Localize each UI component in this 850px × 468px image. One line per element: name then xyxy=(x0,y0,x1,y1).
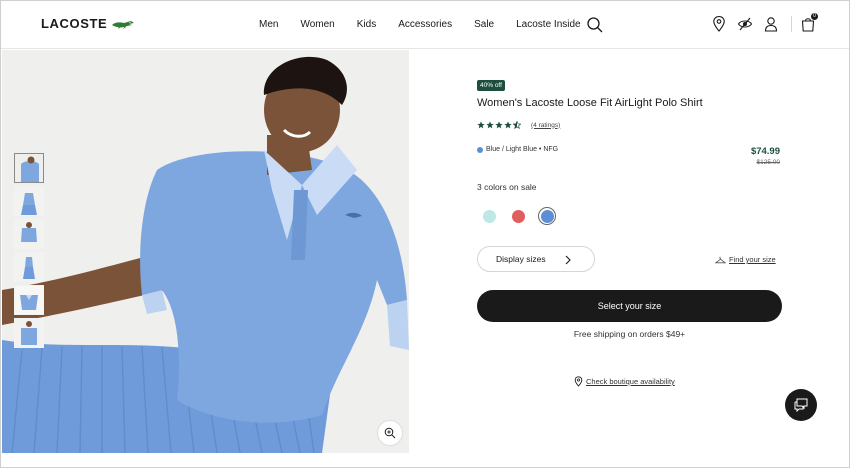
boutique-availability-label: Check boutique availability xyxy=(586,377,675,386)
star-icon xyxy=(486,121,494,129)
thumbnail-item[interactable] xyxy=(14,285,44,315)
star-icon xyxy=(504,121,512,129)
display-sizes-label: Display sizes xyxy=(496,254,546,264)
nav-item-men[interactable]: Men xyxy=(259,19,278,30)
nav-item-women[interactable]: Women xyxy=(300,19,334,30)
chevron-right-icon xyxy=(565,255,571,265)
brand-logo[interactable]: LACOSTE xyxy=(41,16,135,31)
thumbnail-item[interactable] xyxy=(14,252,44,282)
swatch-fill xyxy=(540,209,554,223)
original-price: $125.00 xyxy=(756,159,781,166)
display-sizes-button[interactable]: Display sizes xyxy=(477,246,595,272)
accessibility-icon[interactable] xyxy=(737,15,753,33)
nav-item-sale[interactable]: Sale xyxy=(474,19,494,30)
nav-item-accessories[interactable]: Accessories xyxy=(398,19,452,30)
crocodile-logo-icon xyxy=(112,20,135,29)
selected-color-name: Blue / Light Blue • NFG xyxy=(486,146,559,153)
star-icon xyxy=(477,121,485,129)
nav-item-kids[interactable]: Kids xyxy=(357,19,376,30)
boutique-availability-link[interactable]: Check boutique availability xyxy=(574,376,675,387)
zoom-in-icon xyxy=(384,427,396,439)
location-pin-icon xyxy=(574,376,583,387)
color-swatches xyxy=(480,207,567,225)
find-your-size-link[interactable]: Find your size xyxy=(715,255,776,264)
thumbnail-item[interactable] xyxy=(14,153,44,183)
free-shipping-note: Free shipping on orders $49+ xyxy=(573,329,686,339)
header-divider xyxy=(791,16,792,32)
color-swatch[interactable] xyxy=(509,207,527,225)
cart-button[interactable]: 0 xyxy=(800,13,818,33)
header-icons: 0 xyxy=(711,13,826,33)
brand-name: LACOSTE xyxy=(41,16,108,31)
search-icon[interactable] xyxy=(586,16,604,34)
discount-badge: 40% off xyxy=(477,80,505,91)
color-swatch-selected[interactable] xyxy=(538,207,556,225)
select-size-button[interactable]: Select your size xyxy=(477,290,782,322)
half-star-icon xyxy=(513,121,521,129)
product-image-gallery[interactable] xyxy=(2,50,409,453)
color-swatch[interactable] xyxy=(480,207,498,225)
chat-icon xyxy=(794,398,808,412)
colors-on-sale-label: 3 colors on sale xyxy=(477,182,537,192)
hanger-icon xyxy=(715,256,726,263)
thumbnail-item[interactable] xyxy=(14,219,44,249)
selected-color: Blue / Light Blue • NFG xyxy=(477,146,558,153)
thumbnail-item[interactable] xyxy=(14,186,44,216)
store-locator-icon[interactable] xyxy=(711,15,727,33)
nav-item-lacoste-inside[interactable]: Lacoste Inside xyxy=(516,19,581,30)
thumbnail-list xyxy=(14,153,44,348)
product-photo xyxy=(2,50,409,453)
selected-color-dot xyxy=(477,146,483,153)
thumbnail-item[interactable] xyxy=(14,318,44,348)
sale-price: $74.99 xyxy=(750,146,780,157)
zoom-button[interactable] xyxy=(378,421,402,445)
swatch-fill xyxy=(482,209,496,223)
find-your-size-label: Find your size xyxy=(729,255,776,264)
site-header: LACOSTE Men Women Kids Accessories Sale … xyxy=(1,1,849,49)
rating-stars[interactable]: (4 ratings) xyxy=(477,121,560,129)
cart-count-badge: 0 xyxy=(811,13,818,20)
main-nav: Men Women Kids Accessories Sale Lacoste … xyxy=(259,19,603,30)
page-frame: LACOSTE Men Women Kids Accessories Sale … xyxy=(0,0,850,468)
ratings-link[interactable]: (4 ratings) xyxy=(531,122,560,129)
swatch-fill xyxy=(511,209,525,223)
chat-button[interactable] xyxy=(785,389,817,421)
account-icon[interactable] xyxy=(763,15,779,33)
product-title: Women's Lacoste Loose Fit AirLight Polo … xyxy=(477,97,703,109)
star-icon xyxy=(495,121,503,129)
